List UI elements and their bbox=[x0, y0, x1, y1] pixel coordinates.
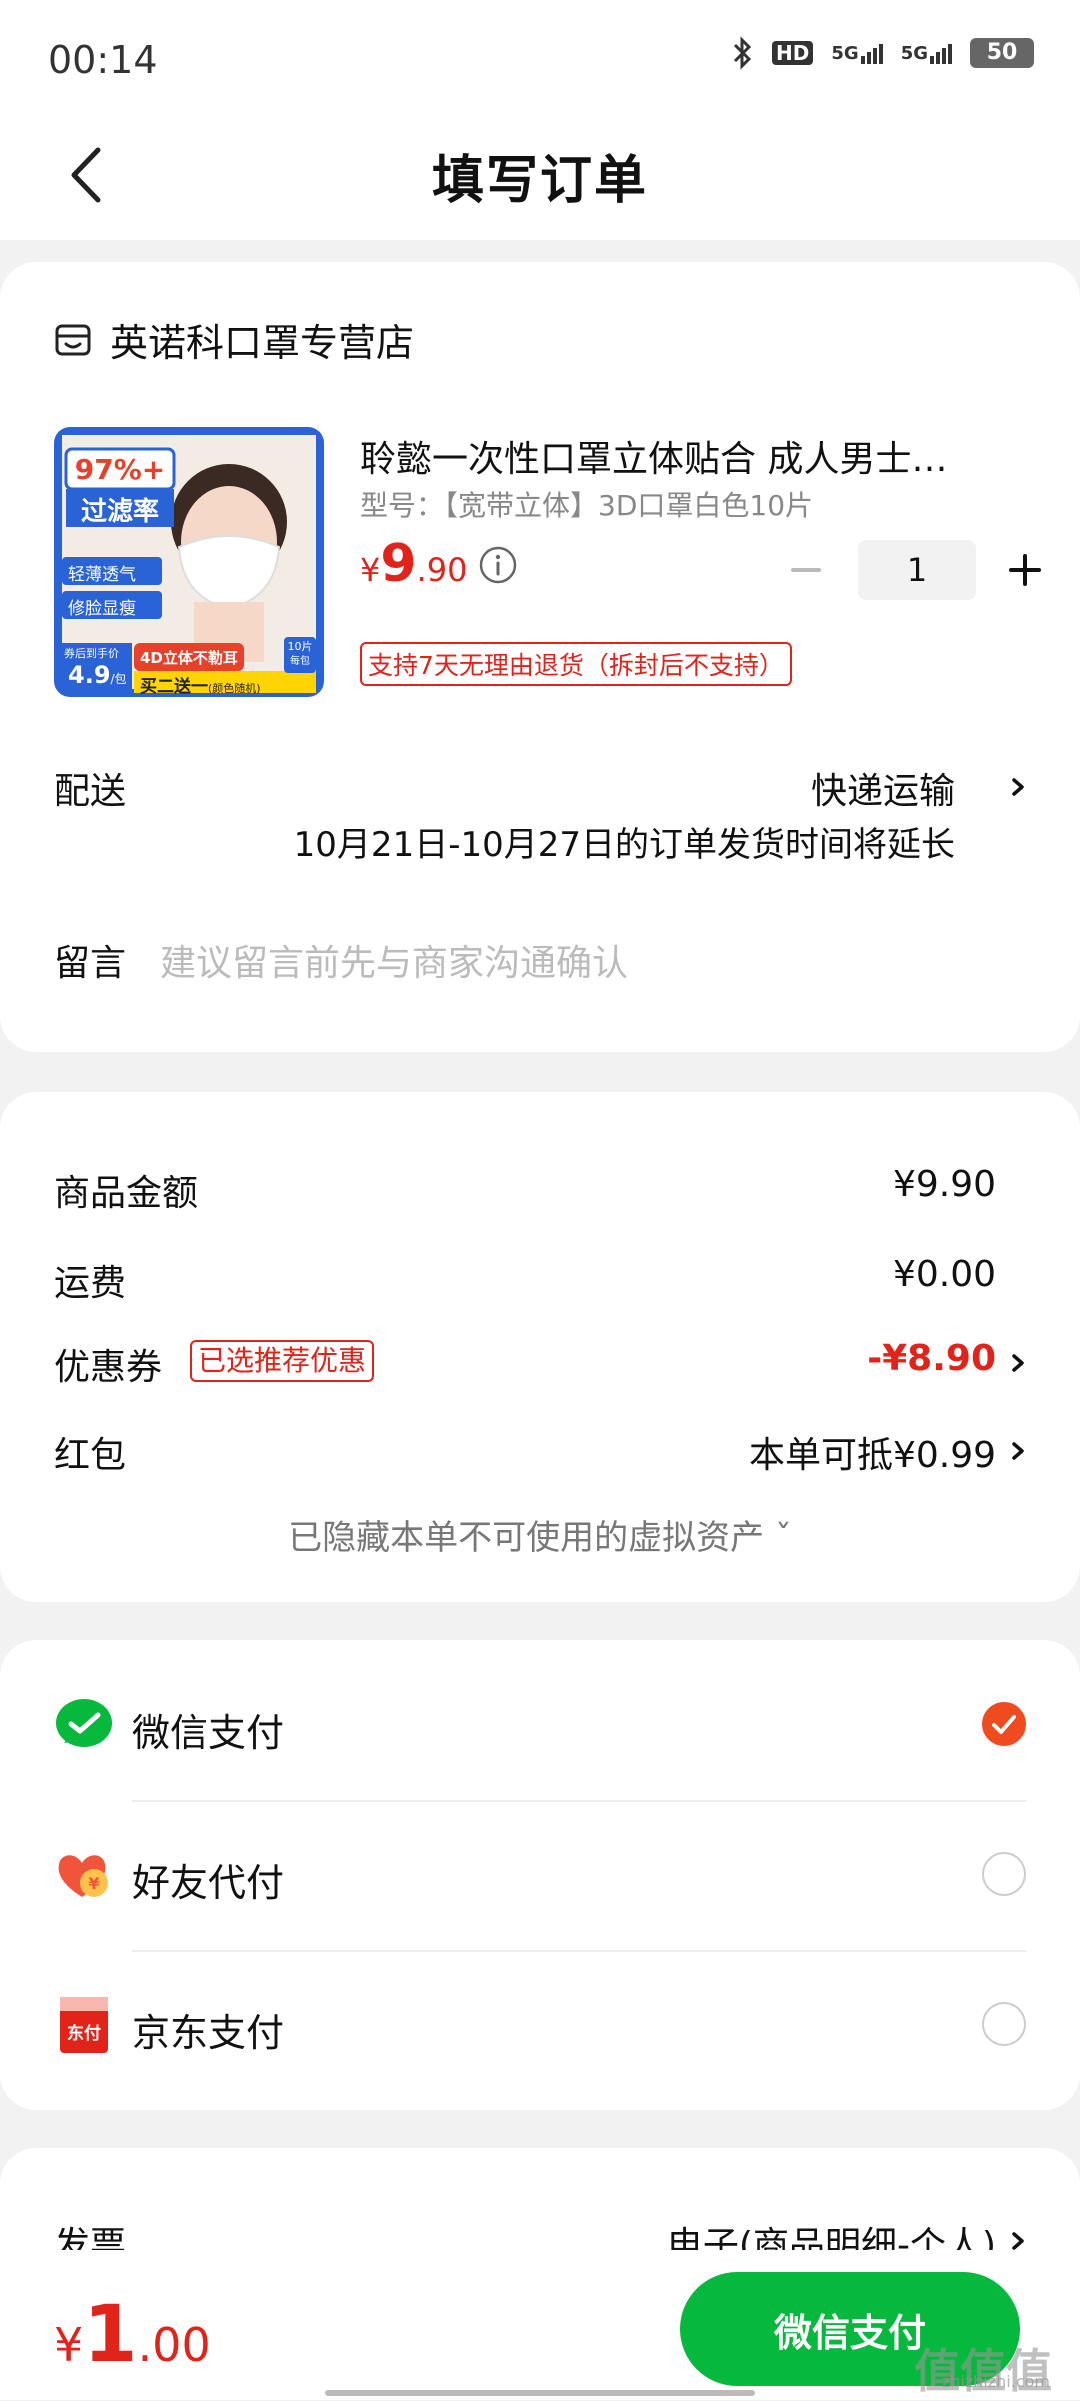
price-decimal: .90 bbox=[416, 551, 468, 589]
product-title[interactable]: 聆懿一次性口罩立体贴合 成人男士… bbox=[360, 430, 1000, 482]
red-packet-label: 红包 bbox=[54, 1435, 127, 1476]
check-icon bbox=[992, 1715, 1016, 1734]
plus-icon bbox=[1009, 554, 1041, 586]
jd-pay-icon: 东付 bbox=[60, 1997, 108, 2053]
store-name: 英诺科口罩专营店 bbox=[110, 321, 415, 365]
chevron-right-icon[interactable] bbox=[1006, 1346, 1030, 1380]
order-card: 英诺科口罩专营店 97%+ 过滤率 轻薄透气 修脸显瘦 券后到手价 4.9/包 … bbox=[0, 262, 1080, 1052]
quantity-value[interactable]: 1 bbox=[858, 540, 976, 600]
image-promo-sub: (颜色随机) bbox=[208, 682, 261, 695]
total-decimal: .00 bbox=[137, 2318, 211, 2372]
page-title: 填写订单 bbox=[431, 151, 648, 211]
decrease-button[interactable] bbox=[786, 540, 826, 600]
product-spec[interactable]: 型号：【宽带立体】3D口罩白色10片 bbox=[360, 484, 813, 524]
image-tag-2: 修脸显瘦 bbox=[68, 599, 136, 619]
signal-1-icon: 5G bbox=[831, 42, 883, 64]
quantity-stepper: 1 bbox=[786, 540, 1050, 600]
watermark-logo: 值值值 bbox=[914, 2344, 1052, 2398]
jd-icon-text: 东付 bbox=[67, 2023, 101, 2044]
image-promo-text: 买二送一 bbox=[140, 677, 208, 697]
coupon-label: 优惠券 bbox=[54, 1347, 163, 1388]
minus-icon bbox=[791, 568, 821, 572]
delivery-label: 配送 bbox=[54, 771, 127, 812]
product-image[interactable]: 97%+ 过滤率 轻薄透气 修脸显瘦 券后到手价 4.9/包 4D立体不勒耳 买… bbox=[54, 427, 324, 697]
image-badge: 97%+ bbox=[74, 453, 166, 486]
image-badge-sub: 过滤率 bbox=[80, 497, 159, 527]
chevron-right-icon[interactable] bbox=[1006, 770, 1030, 804]
network-type-2: 5G bbox=[900, 42, 928, 64]
signal-2-icon: 5G bbox=[901, 43, 952, 64]
payment-card: 微信支付 ¥ 好友代付 东付 京东支付 bbox=[0, 1640, 1080, 2110]
coupon-tag: 已选推荐优惠 bbox=[190, 1340, 375, 1382]
image-price-label: 券后到手价 bbox=[64, 647, 119, 660]
image-promo: 买二送一(颜色随机) bbox=[140, 672, 261, 697]
return-policy-tag: 支持7天无理由退货（拆封后不支持） bbox=[360, 642, 792, 686]
image-price: 4.9/包 bbox=[68, 661, 127, 689]
image-count-sub: 每包 bbox=[290, 656, 310, 667]
home-indicator[interactable] bbox=[325, 2390, 755, 2396]
image-tag-3: 4D立体不勒耳 bbox=[140, 649, 238, 667]
friend-pay-icon: ¥ bbox=[58, 1855, 108, 1897]
increase-button[interactable] bbox=[1000, 540, 1050, 600]
status-bar: 00:14 HD 5G 5G 50 bbox=[0, 0, 1080, 110]
radio-unchecked[interactable] bbox=[982, 1852, 1026, 1896]
watermark-url: zhizhizhi.com bbox=[941, 2372, 1050, 2391]
goods-amount-label: 商品金额 bbox=[54, 1173, 199, 1214]
shipping-value: ¥0.00 bbox=[892, 1254, 996, 1295]
delivery-note: 10月21日-10月27日的订单发货时间将延长 bbox=[293, 825, 955, 865]
product-price: ¥ 9 .90 bbox=[360, 534, 467, 594]
total-integer: 1 bbox=[83, 2290, 138, 2380]
store-icon bbox=[55, 324, 91, 355]
image-tag-1: 轻薄透气 bbox=[68, 565, 136, 585]
price-symbol: ¥ bbox=[360, 551, 381, 589]
goods-amount-value: ¥9.90 bbox=[892, 1164, 996, 1205]
payment-friend[interactable]: ¥ 好友代付 bbox=[0, 1800, 1080, 1950]
chevron-right-icon[interactable] bbox=[1006, 1434, 1030, 1468]
image-count-value: 10片 bbox=[287, 640, 313, 653]
coupon-value[interactable]: -¥8.90 bbox=[867, 1338, 996, 1379]
wechat-pay-icon bbox=[56, 1699, 112, 1747]
store-row[interactable]: 英诺科口罩专营店 bbox=[54, 312, 414, 367]
payment-label-friend: 好友代付 bbox=[132, 1861, 285, 1905]
hd-icon: HD bbox=[772, 41, 814, 65]
status-time: 00:14 bbox=[48, 38, 158, 82]
payment-label-jd: 京东支付 bbox=[132, 2011, 285, 2055]
image-count: 10片 每包 bbox=[284, 639, 316, 669]
svg-text:¥: ¥ bbox=[88, 1874, 99, 1893]
info-icon[interactable] bbox=[478, 545, 518, 585]
order-total: ¥ 1 .00 bbox=[54, 2290, 211, 2380]
payment-wechat[interactable]: 微信支付 bbox=[0, 1650, 1080, 1800]
image-price-value: 4.9 bbox=[68, 661, 111, 689]
total-symbol: ¥ bbox=[54, 2318, 84, 2372]
message-label: 留言 bbox=[54, 943, 127, 984]
shipping-label: 运费 bbox=[54, 1263, 127, 1304]
bluetooth-icon bbox=[733, 36, 752, 70]
red-packet-value[interactable]: 本单可抵¥0.99 bbox=[749, 1426, 996, 1478]
price-integer: 9 bbox=[380, 534, 417, 594]
hidden-assets-toggle[interactable]: 已隐藏本单不可使用的虚拟资产 ˇ bbox=[0, 1510, 1080, 1559]
radio-checked[interactable] bbox=[982, 1702, 1026, 1746]
summary-card: 商品金额 ¥9.90 运费 ¥0.00 优惠券 已选推荐优惠 -¥8.90 红包… bbox=[0, 1092, 1080, 1602]
radio-unchecked[interactable] bbox=[982, 2002, 1026, 2046]
nav-bar: 填写订单 bbox=[0, 110, 1080, 240]
network-type-1: 5G bbox=[831, 42, 859, 64]
battery-icon: 50 bbox=[970, 38, 1034, 68]
status-icons: HD 5G 5G 50 bbox=[732, 36, 1034, 70]
payment-label-wechat: 微信支付 bbox=[132, 1711, 285, 1755]
delivery-value[interactable]: 快递运输 bbox=[811, 762, 955, 814]
message-input[interactable]: 建议留言前先与商家沟通确认 bbox=[160, 934, 628, 986]
payment-jd[interactable]: 东付 京东支付 bbox=[0, 1950, 1080, 2100]
image-price-unit: /包 bbox=[110, 672, 127, 686]
